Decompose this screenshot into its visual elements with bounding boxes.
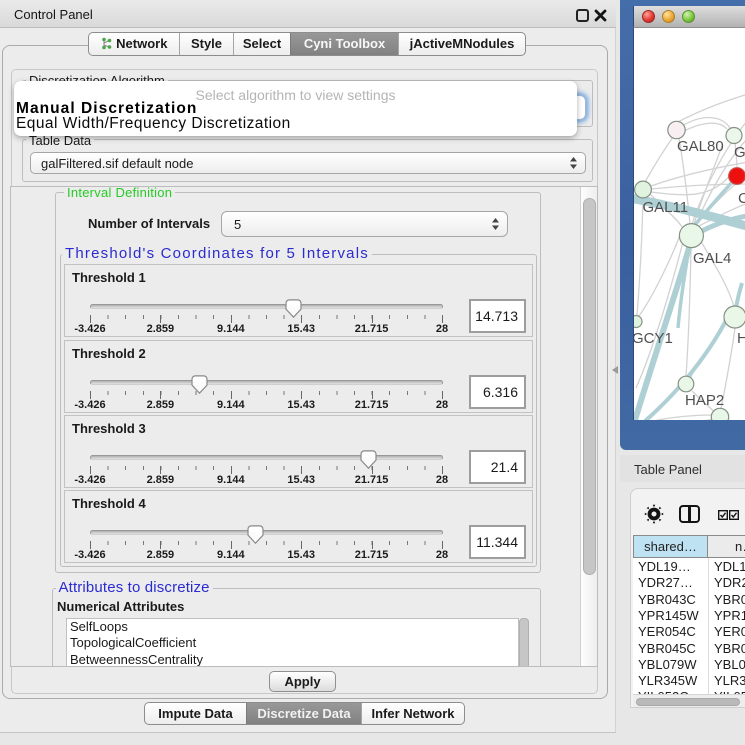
svg-text:H: H (737, 330, 745, 347)
svg-text:GA: GA (734, 144, 745, 161)
svg-text:GCY1: GCY1 (634, 330, 673, 347)
svg-text:C: C (738, 190, 745, 207)
svg-text:GAL80: GAL80 (677, 138, 724, 155)
svg-text:GAL4: GAL4 (693, 250, 731, 267)
svg-text:GAL11: GAL11 (643, 199, 689, 216)
svg-text:HAP2: HAP2 (685, 392, 724, 409)
